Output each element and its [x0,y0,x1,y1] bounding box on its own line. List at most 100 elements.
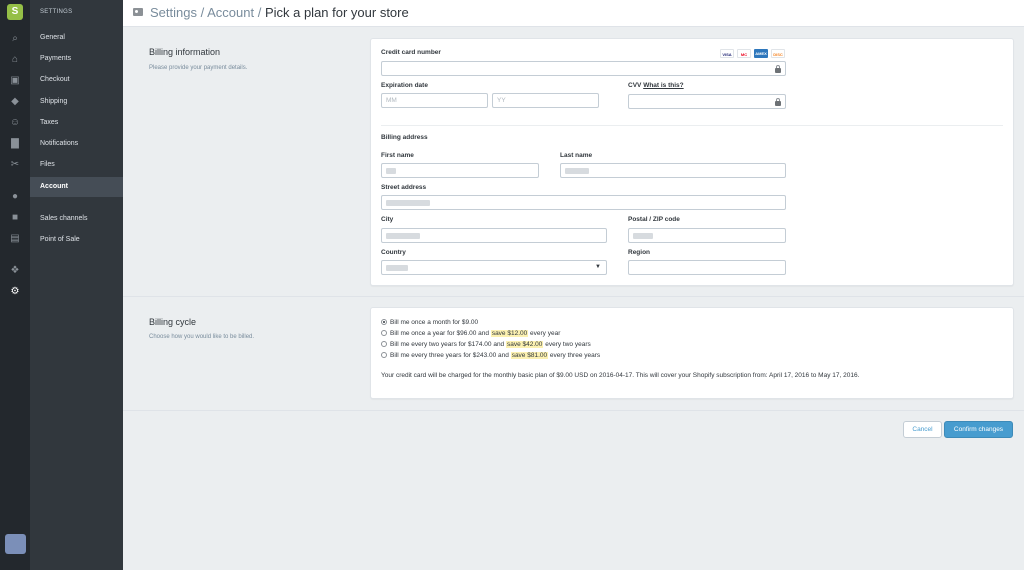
postal-code-input[interactable] [628,228,786,243]
amex-icon: AMEX [754,49,768,58]
city-label: City [381,216,394,223]
subnav-item-account[interactable]: Account [30,177,123,197]
billing-cycle-card: Bill me once a month for $9.00 Bill me o… [370,307,1014,399]
region-input[interactable] [628,260,786,275]
option-text: every year [528,330,561,337]
billing-cycle-title: Billing cycle [149,317,197,327]
subnav-item-files[interactable]: Files [30,155,123,175]
subnav-item-general[interactable]: General [30,28,123,48]
visa-icon: VISA [720,49,734,58]
breadcrumb-separator: / [196,5,208,20]
redacted-value [386,200,430,206]
subnav-item-shipping[interactable]: Shipping [30,92,123,112]
lock-icon [775,65,781,73]
cancel-button[interactable]: Cancel [903,421,942,438]
top-bar: Settings / Account / Pick a plan for you… [123,0,1024,27]
confirm-changes-button[interactable]: Confirm changes [944,421,1013,438]
reports-icon[interactable]: ▇ [9,138,21,150]
breadcrumb-account[interactable]: Account [207,5,254,20]
savings-highlight: save $81.00 [510,352,549,359]
page-title: Pick a plan for your store [264,5,409,20]
country-select[interactable]: ▼ [381,260,607,275]
billing-address-heading: Billing address [381,134,428,141]
expiration-month-input[interactable]: MM [381,93,488,108]
redacted-value [386,265,408,271]
settings-subnav: SETTINGS General Payments Checkout Shipp… [30,0,123,570]
orders-icon[interactable]: ▣ [9,75,21,87]
avatar[interactable] [5,534,26,554]
expiration-year-input[interactable]: YY [492,93,599,108]
customers-icon[interactable]: ☺ [9,117,21,129]
expiration-date-label: Expiration date [381,82,428,89]
caret-down-icon: ▼ [595,264,601,270]
cvv-label-text: CVV [628,82,642,89]
products-icon[interactable]: ◆ [9,96,21,108]
mastercard-icon: MC [737,49,751,58]
billing-information-card: Credit card number VISA MC AMEX DISC Exp… [370,38,1014,286]
billing-information-description: Please provide your payment details. [149,65,248,71]
shopify-logo-icon[interactable]: S [7,4,23,20]
redacted-value [633,233,653,239]
subnav-item-payments[interactable]: Payments [30,49,123,69]
settings-icon[interactable]: ⚙ [9,286,21,298]
lock-icon [775,98,781,106]
search-icon[interactable]: ⌕ [9,33,21,45]
savings-highlight: save $12.00 [490,330,529,337]
last-name-input[interactable] [560,163,786,178]
subnav-item-point-of-sale[interactable]: Point of Sale [30,230,123,250]
street-address-input[interactable] [381,195,786,210]
billing-cycle-section: Billing cycle Choose how you would like … [123,297,1024,411]
home-icon[interactable]: ⌂ [9,54,21,66]
first-name-input[interactable] [381,163,539,178]
postal-code-label: Postal / ZIP code [628,216,680,223]
radio-selected[interactable] [381,319,387,325]
billing-cycle-description: Choose how you would like to be billed. [149,334,255,340]
credit-card-label: Credit card number [381,49,441,56]
savings-highlight: save $42.00 [505,341,544,348]
option-text: Bill me every three years for $243.00 an… [390,352,511,359]
location-icon[interactable]: ● [9,191,21,203]
subnav-item-notifications[interactable]: Notifications [30,134,123,154]
billing-charge-note: Your credit card will be charged for the… [381,372,860,379]
cvv-input[interactable] [628,94,786,109]
account-card-icon [133,8,143,16]
breadcrumb-separator: / [254,5,265,20]
billing-information-title: Billing information [149,47,221,57]
icon-bar: S ⌕ ⌂ ▣ ◆ ☺ ▇ ✂ ● ■ ▤ ❖ ⚙ [0,0,30,570]
cvv-help-link[interactable]: What is this? [643,82,683,89]
radio-unselected[interactable] [381,330,387,336]
subnav-item-sales-channels[interactable]: Sales channels [30,209,123,229]
divider [381,125,1003,126]
point-of-sale-icon[interactable]: ▤ [9,233,21,245]
option-text: Bill me once a year for $96.00 and [390,330,491,337]
breadcrumb: Settings / Account / Pick a plan for you… [150,5,409,20]
credit-card-input[interactable] [381,61,786,76]
last-name-label: Last name [560,152,593,159]
subnav-item-taxes[interactable]: Taxes [30,113,123,133]
option-text: every three years [548,352,601,359]
billing-information-section: Billing information Please provide your … [123,28,1024,297]
country-label: Country [381,249,406,256]
discover-icon: DISC [771,49,785,58]
subnav-item-checkout[interactable]: Checkout [30,70,123,90]
first-name-label: First name [381,152,414,159]
billing-option-three-years[interactable]: Bill me every three years for $243.00 an… [381,351,600,361]
subnav-heading: SETTINGS [40,9,73,15]
discounts-icon[interactable]: ✂ [9,159,21,171]
facebook-icon[interactable]: ■ [9,212,21,224]
option-text: Bill me every two years for $174.00 and [390,341,506,348]
redacted-value [565,168,589,174]
apps-icon[interactable]: ❖ [9,265,21,277]
redacted-value [386,168,396,174]
redacted-value [386,233,420,239]
billing-option-yearly[interactable]: Bill me once a year for $96.00 and save … [381,329,560,339]
breadcrumb-settings[interactable]: Settings [150,5,197,20]
option-text: every two years [543,341,591,348]
option-text: Bill me once a month for $9.00 [390,319,479,326]
street-address-label: Street address [381,184,427,191]
radio-unselected[interactable] [381,352,387,358]
city-input[interactable] [381,228,607,243]
radio-unselected[interactable] [381,341,387,347]
billing-option-two-years[interactable]: Bill me every two years for $174.00 and … [381,340,591,350]
billing-option-monthly[interactable]: Bill me once a month for $9.00 [381,318,478,328]
